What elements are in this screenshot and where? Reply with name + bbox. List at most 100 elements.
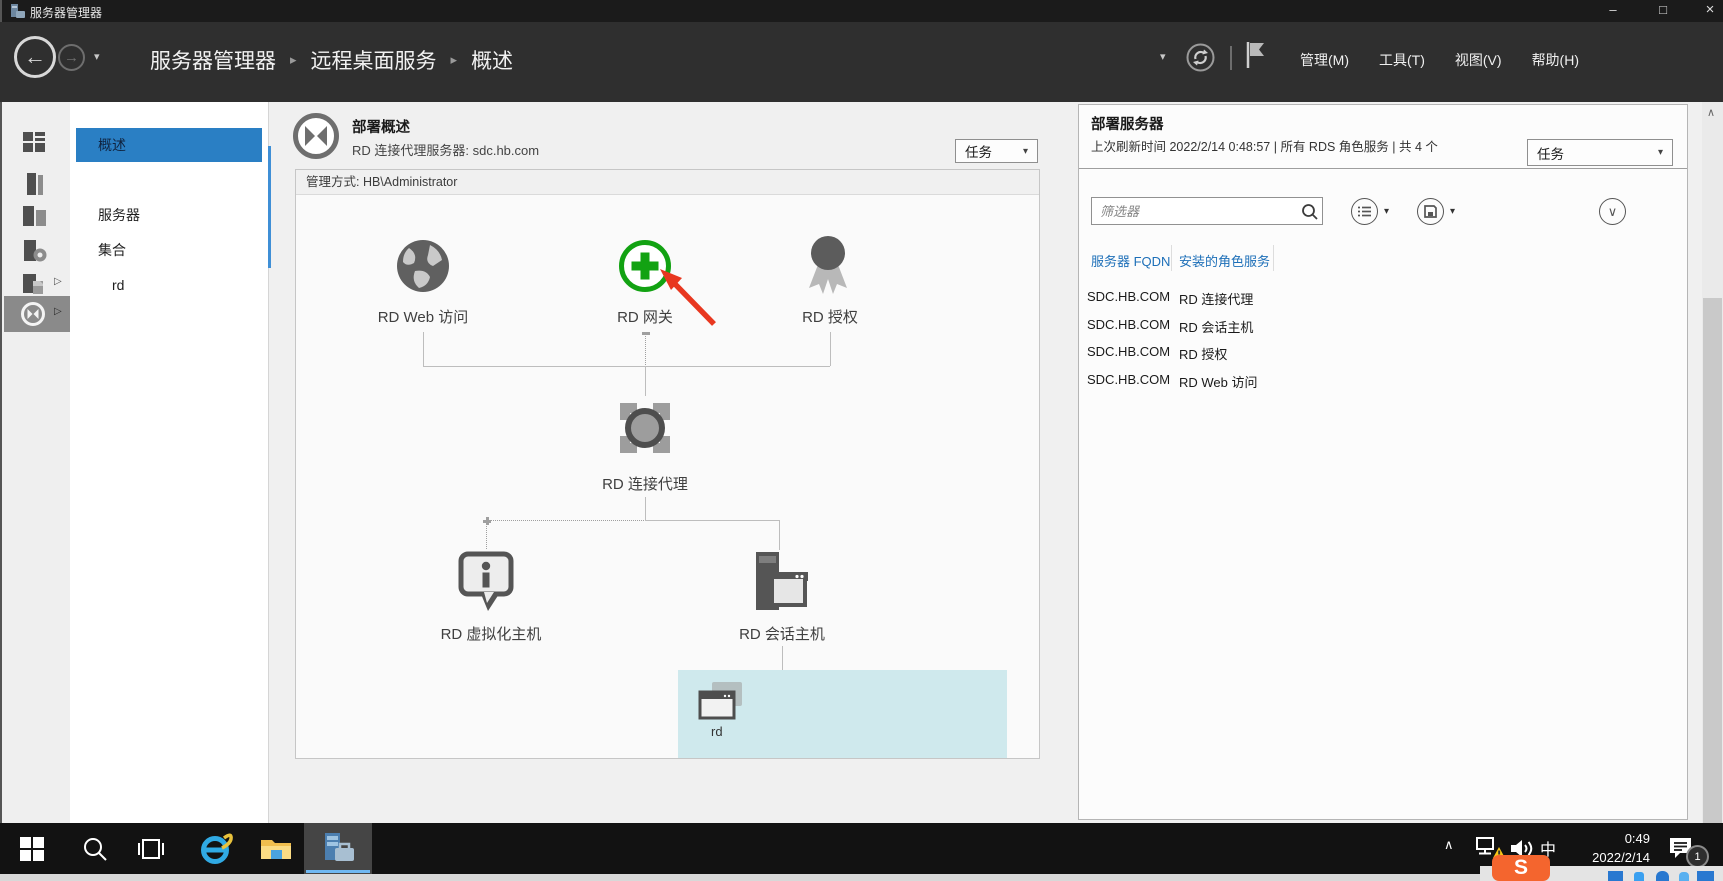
chevron-down-icon: ▾ — [1022, 145, 1028, 157]
menu-view[interactable]: 视图(V) — [1455, 50, 1502, 70]
notification-badge[interactable]: 1 — [1686, 845, 1709, 868]
forward-button[interactable]: → — [58, 44, 85, 71]
app-header: ← → ▾ 服务器管理器 ▸ 远程桌面服务 ▸ 概述 ▾ 管理(M) 工具(T)… — [0, 22, 1723, 102]
cell-server-fqdn: SDC.HB.COM — [1087, 316, 1171, 332]
connector-dotted — [486, 520, 487, 549]
all-servers-icon[interactable] — [22, 204, 48, 233]
toolbar-icon-fragment — [1697, 871, 1714, 881]
rd-web-access-icon[interactable] — [395, 238, 451, 299]
scrollbar-thumb[interactable] — [1703, 298, 1722, 823]
start-button[interactable] — [19, 836, 45, 862]
notifications-dropdown[interactable]: ▾ — [1160, 50, 1166, 63]
close-button[interactable]: × — [1690, 0, 1723, 22]
sidebar-item-collection-rd[interactable]: rd — [76, 270, 262, 300]
rds-nav-panel: 概述 服务器 集合 rd — [70, 102, 269, 823]
task-view-icon — [138, 839, 164, 859]
save-query-button[interactable] — [1417, 198, 1444, 225]
menu-manage[interactable]: 管理(M) — [1300, 50, 1349, 70]
refresh-icon — [1186, 43, 1215, 72]
list-icon — [1358, 206, 1371, 217]
table-row[interactable]: SDC.HB.COM RD 会话主机 — [1079, 313, 1685, 341]
dashboard-icon[interactable] — [22, 130, 46, 159]
chevron-down-icon: ∨ — [1607, 203, 1618, 219]
sidebar-item-rds[interactable]: ▷ — [4, 296, 70, 332]
filter-criteria-caret-icon[interactable]: ▾ — [1384, 206, 1389, 217]
toolbar-icon-fragment — [1656, 871, 1669, 881]
servers-tasks-button[interactable]: 任务 ▾ — [1527, 139, 1673, 166]
flag-notifications-button[interactable] — [1244, 40, 1268, 75]
sidebar-item-collections[interactable]: 集合 — [76, 235, 262, 265]
column-divider — [1273, 245, 1274, 271]
sidebar-item-servers[interactable]: 服务器 — [76, 200, 262, 230]
internet-explorer-icon — [201, 833, 233, 864]
header-divider — [1230, 46, 1232, 70]
rd-licensing-icon[interactable] — [806, 234, 850, 301]
save-icon — [1424, 205, 1437, 218]
back-button[interactable]: ← — [14, 36, 56, 78]
bottom-edge-strip — [0, 874, 1723, 881]
server-manager-taskbar-button[interactable] — [304, 823, 372, 874]
file-explorer-button[interactable] — [260, 836, 292, 862]
table-row[interactable]: SDC.HB.COM RD 授权 — [1079, 340, 1685, 368]
rd-virtualization-host-icon[interactable] — [457, 550, 515, 619]
internet-explorer-button[interactable] — [198, 832, 234, 866]
breadcrumb-item-server-manager[interactable]: 服务器管理器 — [150, 45, 276, 75]
menu-tools[interactable]: 工具(T) — [1379, 50, 1425, 70]
breadcrumb-item-rds[interactable]: 远程桌面服务 — [311, 45, 437, 75]
save-query-caret-icon[interactable]: ▾ — [1450, 206, 1455, 217]
nav-history-dropdown[interactable]: ▾ — [94, 50, 100, 63]
server-manager-window: 服务器管理器 – □ × ← → ▾ 服务器管理器 ▸ 远程桌面服务 ▸ 概述 … — [0, 0, 1723, 881]
taskbar-clock[interactable]: 0:49 2022/2/14 — [1570, 829, 1650, 867]
services-role-icon[interactable] — [22, 238, 48, 269]
ime-logo-icon[interactable]: S — [1492, 855, 1550, 881]
connector — [645, 497, 646, 520]
local-server-icon[interactable] — [24, 172, 46, 201]
panel-title: 部署服务器 — [1091, 117, 1164, 133]
scroll-up-icon[interactable]: ∧ — [1707, 106, 1715, 119]
column-header-roles[interactable]: 安装的角色服务 — [1179, 251, 1270, 270]
tile-title: 部署概述 — [352, 120, 410, 136]
toolbar-icon-fragment — [1679, 872, 1689, 881]
node-label: RD 连接代理 — [602, 476, 688, 493]
breadcrumb-separator-icon: ▸ — [290, 52, 297, 67]
rd-connection-broker-icon[interactable] — [612, 395, 678, 466]
collection-label: rd — [711, 724, 723, 739]
cell-installed-role-service: RD 连接代理 — [1179, 292, 1254, 307]
deployment-overview-icon — [292, 112, 340, 165]
rd-session-host-icon[interactable] — [752, 551, 810, 619]
breadcrumb-item-overview[interactable]: 概述 — [471, 45, 513, 75]
forward-icon: → — [64, 49, 79, 66]
connector-bus — [423, 366, 830, 367]
expand-rds-icon[interactable]: ▷ — [54, 306, 62, 317]
tasks-label: 任务 — [1537, 146, 1564, 162]
tray-chevron-up-icon[interactable]: ∧ — [1444, 837, 1454, 853]
managed-as-bar: 管理方式: HB\Administrator — [296, 170, 1039, 195]
node-label: RD 虚拟化主机 — [440, 626, 542, 643]
tile-subtitle: RD 连接代理服务器: sdc.hb.com — [352, 143, 540, 158]
minimize-button[interactable]: – — [1593, 0, 1633, 22]
table-row[interactable]: SDC.HB.COM RD 连接代理 — [1079, 285, 1685, 313]
connector — [830, 332, 831, 366]
table-row[interactable]: SDC.HB.COM RD Web 访问 — [1079, 368, 1685, 396]
taskbar-search-button[interactable] — [82, 836, 108, 862]
filter-criteria-button[interactable] — [1351, 198, 1378, 225]
search-icon[interactable] — [1301, 203, 1319, 226]
taskbar: ∧ 中 0:49 2022/2/14 1 — [0, 823, 1723, 874]
panel-subtitle: 上次刷新时间 2022/2/14 0:48:57 | 所有 RDS 角色服务 |… — [1091, 140, 1438, 154]
column-header-fqdn[interactable]: 服务器 FQDN — [1091, 251, 1170, 270]
sidebar-item-overview[interactable]: 概述 — [76, 128, 262, 162]
refresh-button[interactable] — [1186, 43, 1215, 77]
collection-highlight[interactable]: rd — [678, 670, 1007, 758]
deployment-servers-panel: 部署服务器 上次刷新时间 2022/2/14 0:48:57 | 所有 RDS … — [1078, 104, 1688, 820]
menu-help[interactable]: 帮助(H) — [1532, 50, 1579, 70]
vertical-scrollbar[interactable]: ∧ — [1702, 102, 1723, 823]
overview-tasks-button[interactable]: 任务 ▾ — [955, 139, 1038, 163]
cell-server-fqdn: SDC.HB.COM — [1087, 289, 1171, 304]
connector — [779, 520, 780, 550]
filter-input[interactable] — [1091, 197, 1323, 225]
task-view-button[interactable] — [137, 837, 165, 861]
expand-file-storage-icon[interactable]: ▷ — [54, 276, 62, 287]
maximize-button[interactable]: □ — [1643, 0, 1683, 22]
search-icon — [84, 838, 107, 861]
collapse-panel-button[interactable]: ∨ — [1599, 198, 1626, 225]
